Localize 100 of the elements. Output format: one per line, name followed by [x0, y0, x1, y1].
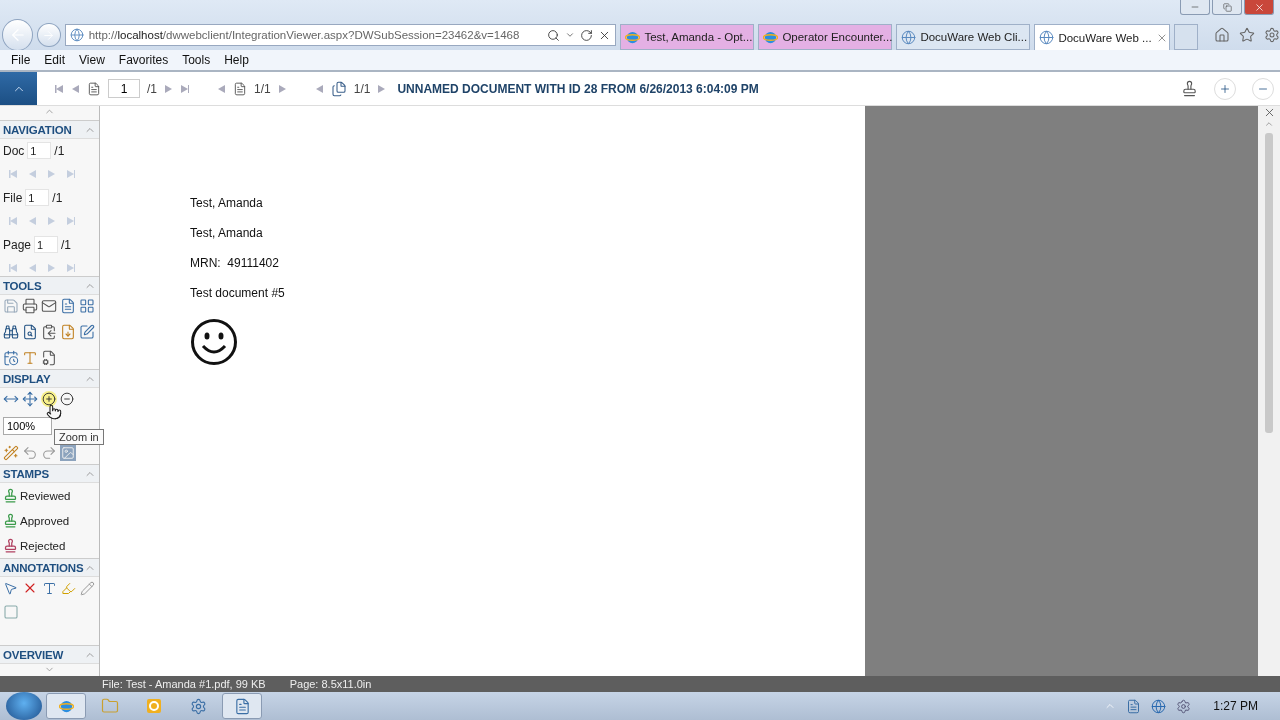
tray-globe-icon[interactable]	[1151, 698, 1167, 714]
rotate-right-icon[interactable]	[41, 445, 57, 461]
fit-page-icon[interactable]	[22, 391, 38, 407]
grid-icon[interactable]	[79, 298, 95, 314]
settings-icon[interactable]	[1264, 27, 1280, 43]
section-header[interactable]: OVERVIEW	[0, 645, 99, 664]
scrollbar[interactable]	[1258, 106, 1280, 676]
taskbar-button[interactable]	[46, 693, 86, 719]
menu-item[interactable]: View	[72, 53, 112, 67]
clock[interactable]: 1:27 PM	[1213, 699, 1258, 713]
clipboard-icon[interactable]	[41, 324, 57, 340]
mail-icon[interactable]	[41, 298, 57, 314]
printer-icon[interactable]	[22, 298, 38, 314]
file-settings-icon[interactable]	[41, 350, 57, 366]
section-title: TOOLS	[3, 279, 42, 292]
first-icon[interactable]	[9, 263, 18, 273]
menu-item[interactable]: File	[4, 53, 38, 67]
next-icon[interactable]	[47, 216, 56, 226]
rotate-left-icon[interactable]	[22, 445, 38, 461]
wand-icon[interactable]	[3, 445, 19, 461]
dropdown-icon[interactable]	[565, 30, 576, 40]
calendar-clock-icon[interactable]	[3, 350, 19, 366]
stamp-item[interactable]: Reviewed	[3, 486, 96, 505]
previous-icon[interactable]	[28, 216, 37, 226]
last-icon[interactable]	[66, 263, 75, 273]
section-header[interactable]: NAVIGATION	[0, 120, 99, 139]
previous-icon[interactable]	[314, 83, 324, 94]
close-window-button[interactable]	[1244, 0, 1274, 15]
scroll-thumb[interactable]	[1265, 133, 1273, 433]
browser-tab[interactable]: DocuWare Web ...	[1034, 24, 1171, 50]
section-header[interactable]: DISPLAY	[0, 369, 99, 388]
page-field[interactable]: 1	[108, 79, 140, 98]
next-icon[interactable]	[277, 83, 287, 94]
first-icon[interactable]	[55, 83, 64, 94]
text-box-icon[interactable]	[42, 580, 57, 596]
highlighter-icon[interactable]	[61, 580, 76, 596]
browser-tab[interactable]: Operator Encounter...	[758, 24, 893, 50]
zoom-out-icon[interactable]	[60, 392, 74, 406]
plus-icon[interactable]	[1219, 82, 1231, 95]
menu-item[interactable]: Help	[217, 53, 256, 67]
refresh-icon[interactable]	[580, 28, 594, 42]
menu-item[interactable]: Favorites	[111, 53, 176, 67]
collapse-button[interactable]	[0, 72, 37, 105]
start-button[interactable]	[6, 692, 42, 720]
close-icon[interactable]	[1253, 1, 1265, 13]
browser-tab[interactable]: Test, Amanda - Opt...	[620, 24, 755, 50]
section-header[interactable]: STAMPS	[0, 464, 99, 483]
globe-icon	[901, 29, 917, 45]
home-icon[interactable]	[1214, 27, 1230, 43]
first-icon[interactable]	[9, 169, 18, 179]
star-icon[interactable]	[1239, 27, 1255, 43]
previous-icon[interactable]	[217, 83, 226, 94]
previous-icon[interactable]	[71, 83, 80, 94]
tray-app-icon[interactable]	[1126, 698, 1142, 714]
zoom-field[interactable]: 100%	[3, 417, 52, 435]
restore-button[interactable]	[1212, 0, 1242, 15]
previous-icon[interactable]	[28, 263, 37, 273]
next-icon[interactable]	[47, 169, 56, 179]
address-bar[interactable]: http://localhost/dwwebclient/IntegrationViewer.aspx?DWSubSession=23462&v=1468	[64, 24, 617, 46]
next-icon[interactable]	[377, 83, 387, 94]
browser-tab[interactable]: DocuWare Web Cli...	[896, 24, 1031, 50]
forward-icon[interactable]	[42, 28, 56, 42]
stamp-item[interactable]: Rejected	[3, 536, 96, 555]
forward-button[interactable]	[37, 23, 61, 47]
menu-item[interactable]: Tools	[175, 53, 218, 67]
rectangle-icon[interactable]	[3, 604, 19, 620]
nav-field[interactable]: 1	[27, 142, 52, 159]
document-icon[interactable]	[60, 298, 76, 314]
pencil-icon[interactable]	[80, 580, 95, 596]
restore-icon[interactable]	[1222, 2, 1232, 12]
edit-icon[interactable]	[79, 324, 95, 340]
section-title: STAMPS	[3, 467, 49, 480]
file-search-icon[interactable]	[22, 324, 38, 340]
text-icon[interactable]	[22, 350, 38, 366]
stamp-icon[interactable]	[1181, 80, 1198, 97]
menu-item[interactable]: Edit	[37, 53, 73, 67]
globe-icon	[1039, 30, 1055, 45]
next-icon[interactable]	[164, 83, 173, 94]
last-icon[interactable]	[66, 169, 75, 179]
taskbar-button[interactable]	[222, 693, 262, 719]
previous-icon[interactable]	[28, 169, 37, 179]
minimize-button[interactable]	[1180, 0, 1210, 15]
section-header[interactable]: TOOLS	[0, 276, 99, 295]
zoom-out-button[interactable]	[1252, 77, 1274, 100]
new-tab-button[interactable]	[1174, 24, 1198, 50]
stamp-item[interactable]: Approved	[3, 511, 96, 530]
first-icon[interactable]	[9, 216, 18, 226]
nav-field[interactable]: 1	[25, 189, 50, 206]
file-download-icon[interactable]	[60, 324, 76, 340]
view-toggle-button[interactable]	[60, 445, 76, 461]
search-icon[interactable]	[547, 28, 561, 42]
binoculars-icon[interactable]	[3, 324, 19, 340]
pointer-icon[interactable]	[3, 580, 18, 596]
last-icon[interactable]	[180, 83, 189, 94]
back-button[interactable]	[2, 19, 34, 51]
section-header[interactable]: ANNOTATIONS	[0, 558, 99, 577]
next-icon[interactable]	[47, 263, 56, 273]
nav-field[interactable]: 1	[34, 236, 59, 253]
last-icon[interactable]	[66, 216, 75, 226]
zoom-in-button[interactable]	[41, 391, 57, 407]
